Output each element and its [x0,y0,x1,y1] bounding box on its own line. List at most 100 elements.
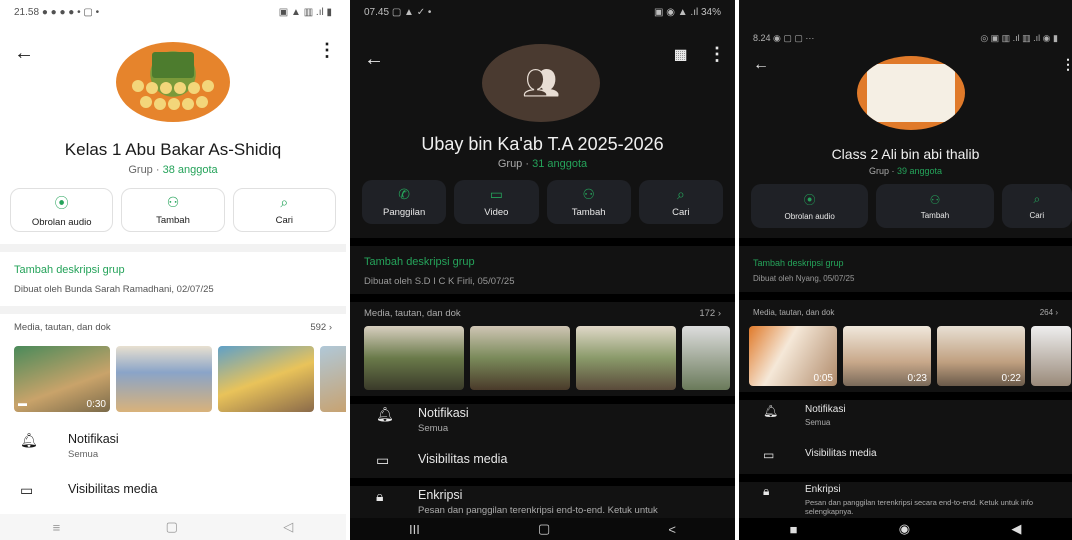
media-thumbnail-video[interactable]: 0:05 [749,326,837,386]
media-thumbnail[interactable] [320,346,346,412]
media-visibility-row[interactable]: ▭ Visibilitas media [0,482,346,499]
media-visibility-title: Visibilitas media [418,452,508,466]
media-header[interactable]: Media, tautan, dan dok 172 › [350,308,735,319]
status-time: 21.58 [14,6,40,18]
back-arrow-icon[interactable]: ← [364,48,384,71]
video-duration: 0:22 [1001,373,1021,384]
add-person-icon: ⚇ [166,194,180,210]
add-description-link[interactable]: Tambah deskripsi grup [14,264,332,276]
more-options-icon[interactable]: ⋮ [1061,56,1072,73]
chevron-right-icon: › [328,322,332,333]
media-visibility-row[interactable]: ▭ Visibilitas media [350,452,735,469]
notification-icons: ◉ ▢ ▢ ··· [773,32,815,43]
recent-apps-icon[interactable]: ≡ [53,520,61,535]
notifications-row[interactable]: 🔔︎ Notifikasi Semua [739,404,1072,427]
phone-icon: ✆ [398,186,410,202]
audio-chat-icon: ⦿ [803,193,816,207]
notifications-title: Notifikasi [805,404,846,415]
system-icons: ◎ ▣ ▥ .ıl ▥ .ıl ◉ ▮ [980,32,1058,43]
add-member-button[interactable]: ⚇ Tambah [546,180,631,224]
group-info-screen-light: 21.58 ● ● ● ● • ▢ • ▣ ▲ ▥ .ıl ▮ ← ⋮ Kela… [0,0,346,540]
add-member-button[interactable]: ⚇ Tambah [876,184,994,228]
media-visibility-icon: ▭ [763,448,775,462]
back-arrow-icon[interactable]: ← [14,42,34,65]
group-label: Grup · [868,166,897,176]
recent-apps-icon[interactable]: III [409,522,420,537]
back-icon[interactable]: ◀ [1011,521,1021,537]
media-header[interactable]: Media, tautan, dan dok 592 › [0,322,346,333]
add-member-button[interactable]: ⚇ Tambah [121,188,225,232]
media-thumbnail-video[interactable]: 0:23 [843,326,931,386]
back-icon[interactable]: < [668,522,676,537]
media-thumbnail[interactable] [576,326,676,390]
encryption-row[interactable]: 🔒︎ Enkripsi Pesan dan panggilan terenkrip… [739,484,1072,516]
media-visibility-icon: ▭ [376,452,390,468]
recent-apps-icon[interactable]: ■ [790,522,798,537]
group-members-line[interactable]: Grup · 38 anggota [0,164,346,176]
call-button[interactable]: ✆ Panggilan [362,180,447,224]
section-divider [350,294,735,302]
created-by-text: Dibuat oleh Bunda Sarah Ramadhani, 02/07… [14,284,214,295]
media-thumbnail[interactable] [364,326,464,390]
status-time: 07.45 [364,6,390,18]
media-visibility-row[interactable]: ▭ Visibilitas media [739,448,1072,462]
search-button[interactable]: ⌕ Cari [1001,184,1072,228]
notification-icons: ● ● ● ● • ▢ • [41,6,100,18]
home-icon[interactable]: ◉ [899,521,910,537]
media-thumbnail[interactable] [116,346,212,412]
group-members-line[interactable]: Grup · 39 anggota [739,166,1072,176]
group-info-screen-dark-2: 8.24 ◉ ▢ ▢ ··· ◎ ▣ ▥ .ıl ▥ .ıl ◉ ▮ ← ⋮ C… [739,0,1072,540]
qr-code-icon[interactable]: ▦ [674,46,687,63]
media-header[interactable]: Media, tautan, dan dok 264 › [739,308,1072,317]
group-label: Grup · [128,164,163,176]
add-member-label: Tambah [156,215,190,226]
audio-chat-button[interactable]: ⦿ Obrolan audio [10,188,114,232]
notifications-row[interactable]: 🔔︎ Notifikasi Semua [0,432,346,460]
section-divider [739,392,1072,400]
media-thumbnail-video[interactable]: 0:30 ▬ [14,346,110,412]
group-name: Kelas 1 Abu Bakar As-Shidiq [64,140,282,159]
chevron-right-icon: › [717,308,721,319]
system-icons: ▣ ◉ ▲ .ıl 34% [654,6,721,18]
description-section[interactable]: Tambah deskripsi grup Dibuat oleh Nyang,… [739,250,1072,291]
media-thumbnail[interactable] [218,346,314,412]
more-options-icon[interactable]: ⋮ [708,44,726,65]
media-thumbnail-video[interactable]: 0:22 [937,326,1025,386]
back-icon[interactable]: ◁ [283,519,293,535]
video-call-button[interactable]: ▭ Video [454,180,539,224]
search-label: Cari [275,215,294,226]
bell-icon: 🔔︎ [376,406,394,422]
notifications-row[interactable]: 🔔︎ Notifikasi Semua [350,406,735,434]
back-arrow-icon[interactable]: ← [753,56,769,74]
search-label: Cari [672,207,690,218]
group-members-line[interactable]: Grup · 31 anggota [350,158,735,170]
status-bar: 21.58 ● ● ● ● • ▢ • ▣ ▲ ▥ .ıl ▮ [0,0,346,24]
search-button[interactable]: ⌕ Cari [232,188,336,232]
group-avatar[interactable] [116,42,230,122]
group-name: Class 2 Ali bin abi thalib [831,146,980,162]
audio-chat-icon: ⦿ [54,194,69,211]
add-description-link[interactable]: Tambah deskripsi grup [364,256,721,268]
audio-chat-button[interactable]: ⦿ Obrolan audio [751,184,869,228]
group-avatar[interactable] [857,56,965,130]
section-divider [350,396,735,404]
description-section[interactable]: Tambah deskripsi grup Dibuat oleh S.D I … [350,248,735,295]
bell-icon: 🔔︎ [20,432,38,448]
chevron-right-icon: › [1055,308,1058,317]
home-icon[interactable]: ▢ [538,521,550,537]
add-description-link[interactable]: Tambah deskripsi grup [753,258,1058,268]
video-duration: 0:23 [907,373,927,384]
media-thumbnail[interactable] [1031,326,1071,386]
search-button[interactable]: ⌕ Cari [638,180,723,224]
media-thumbnail[interactable] [470,326,570,390]
avatar-card [867,64,955,122]
home-icon[interactable]: ▢ [166,519,178,535]
encryption-row[interactable]: 🔒︎ Enkripsi Pesan dan panggilan terenkrip… [350,488,735,516]
media-visibility-title: Visibilitas media [805,448,877,459]
group-avatar[interactable]: 👥︎ [482,44,600,122]
more-options-icon[interactable]: ⋮ [318,40,336,61]
media-thumbnail[interactable] [682,326,730,390]
description-section[interactable]: Tambah deskripsi grup Dibuat oleh Bunda … [0,256,346,303]
group-info-screen-dark: 07.45 ▢ ▲ ✓ • ▣ ◉ ▲ .ıl 34% ← ▦ ⋮ 👥︎ Uba… [350,0,735,540]
section-divider [0,244,346,252]
